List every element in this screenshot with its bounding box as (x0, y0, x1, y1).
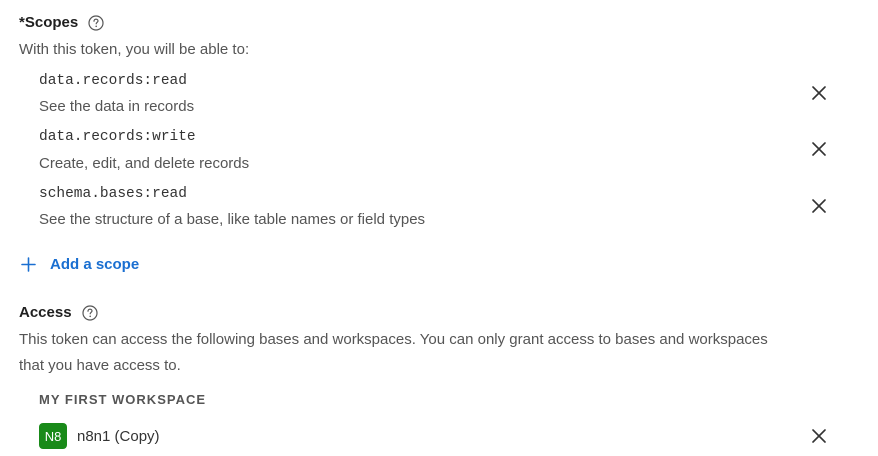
access-heading: Access (19, 304, 98, 321)
plus-icon (21, 257, 36, 272)
scopes-title: *Scopes (19, 14, 78, 31)
workspace-label: MY FIRST WORKSPACE (39, 392, 207, 407)
close-icon (812, 429, 826, 443)
scopes-heading: *Scopes (19, 14, 104, 31)
scope-description: See the structure of a base, like table … (39, 211, 426, 228)
remove-scope-button[interactable] (809, 83, 829, 103)
scope-description: See the data in records (39, 98, 195, 115)
help-icon[interactable] (81, 304, 98, 321)
close-icon (812, 86, 826, 100)
scope-code: data.records:read (39, 73, 187, 89)
scopes-description: With this token, you will be able to: (19, 41, 250, 58)
close-icon (812, 142, 826, 156)
remove-scope-button[interactable] (809, 139, 829, 159)
access-description-line1: This token can access the following base… (19, 331, 768, 348)
close-icon (812, 199, 826, 213)
remove-base-button[interactable] (809, 426, 829, 446)
help-icon[interactable] (88, 14, 104, 31)
scopes-title-text: Scopes (24, 14, 79, 31)
scope-code: schema.bases:read (39, 186, 187, 202)
base-badge: N8 (39, 423, 67, 449)
access-description-line2: that you have access to. (19, 357, 181, 374)
add-scope-label: Add a scope (50, 256, 140, 273)
remove-scope-button[interactable] (809, 196, 829, 216)
base-name: n8n1 (Copy) (77, 428, 160, 445)
scope-description: Create, edit, and delete records (39, 155, 250, 172)
scope-code: data.records:write (39, 129, 196, 145)
add-scope-button[interactable]: Add a scope (21, 256, 139, 273)
access-title: Access (19, 304, 72, 321)
